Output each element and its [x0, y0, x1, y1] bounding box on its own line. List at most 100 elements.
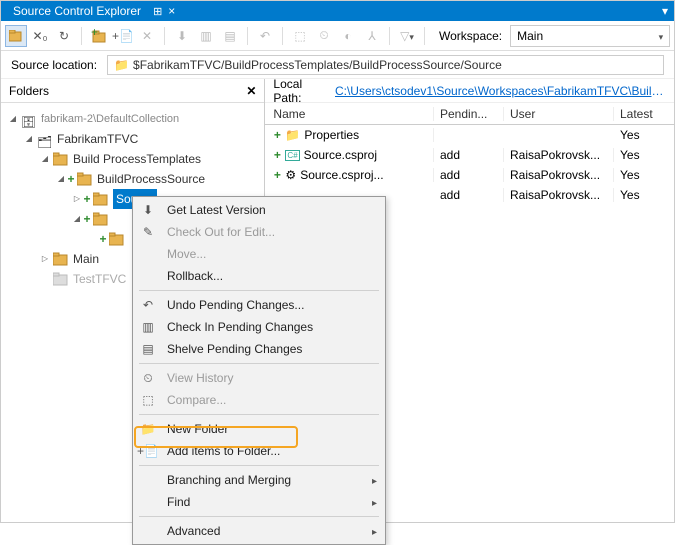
folders-header: Folders	[9, 84, 49, 98]
menu-advanced[interactable]: Advanced	[133, 520, 385, 542]
history-icon[interactable]: ⏲	[313, 25, 335, 47]
close-tab-icon[interactable]: ×	[168, 4, 175, 18]
table-row[interactable]: +📁Properties Yes	[265, 125, 674, 145]
col-pending[interactable]: Pendin...	[434, 107, 504, 121]
menu-rollback[interactable]: Rollback...	[133, 265, 385, 287]
close-folders-icon[interactable]: ✕	[246, 84, 256, 98]
svg-text:+: +	[91, 29, 98, 39]
menu-compare[interactable]: ⬚Compare...	[133, 389, 385, 411]
cell-user: RaisaPokrovsk...	[504, 188, 614, 202]
tree-node-main[interactable]: Main	[73, 249, 99, 269]
cell-pending: add	[434, 188, 504, 202]
window-title: Source Control Explorer	[7, 2, 147, 20]
new-folder-button[interactable]: +	[88, 25, 110, 47]
submenu-arrow-icon	[372, 524, 377, 538]
tree-node-testtfvc[interactable]: TestTFVC	[73, 269, 126, 289]
source-location-input[interactable]: 📁 $FabrikamTFVC/BuildProcessTemplates/Bu…	[107, 55, 664, 75]
menu-shelve[interactable]: ▤Shelve Pending Changes	[133, 338, 385, 360]
menu-newfolder[interactable]: 📁New Folder	[133, 418, 385, 440]
folder-plus-icon: 📁	[139, 420, 157, 438]
menu-branching[interactable]: Branching and Merging	[133, 469, 385, 491]
local-path-label: Local Path:	[273, 77, 329, 105]
pin-icon[interactable]: ⊞	[153, 5, 162, 18]
checkout-icon: ✎	[139, 223, 157, 241]
workspace-label: Workspace:	[439, 29, 502, 43]
csproj-icon: C#	[285, 150, 299, 161]
project-icon: 🗂	[37, 132, 53, 146]
pending-add-marker: +	[83, 209, 91, 229]
local-path-link[interactable]: C:\Users\ctsodev1\Source\Workspaces\Fabr…	[335, 84, 666, 98]
cell-latest: Yes	[614, 148, 674, 162]
toolbar: ✕₀ ↻ + +📄 ✕ ⬇ ▥ ▤ ↶ ⬚ ⏲ ◐ ⅄ ▽ Workspace:…	[1, 21, 674, 51]
chevron-down-icon	[659, 29, 664, 43]
add-items-button[interactable]: +📄	[112, 25, 134, 47]
shelve-icon[interactable]: ▤	[219, 25, 241, 47]
dropdown-icon[interactable]: ▾	[662, 4, 668, 18]
folder-icon: 📁	[114, 58, 129, 72]
col-latest[interactable]: Latest	[614, 107, 674, 121]
folder-icon	[77, 172, 93, 186]
col-user[interactable]: User	[504, 107, 614, 121]
checkin-icon: ▥	[139, 318, 157, 336]
col-name[interactable]: Name	[265, 107, 434, 121]
cell-name: Source.csproj...	[300, 168, 383, 182]
undo-icon: ↶	[139, 296, 157, 314]
compare-icon: ⬚	[139, 391, 157, 409]
cell-pending: add	[434, 168, 504, 182]
source-location-value: $FabrikamTFVC/BuildProcessTemplates/Buil…	[133, 58, 502, 72]
menu-get-latest[interactable]: ⬇Get Latest Version	[133, 199, 385, 221]
add-file-icon: +📄	[139, 442, 157, 460]
folder-icon	[53, 272, 69, 286]
table-row[interactable]: +⚙Source.csproj... add RaisaPokrovsk... …	[265, 165, 674, 185]
branch-icon[interactable]: ⅄	[361, 25, 383, 47]
submenu-arrow-icon	[372, 495, 377, 509]
undo-icon[interactable]: ↶	[254, 25, 276, 47]
workspace-selector[interactable]: Main	[510, 25, 670, 47]
table-row[interactable]: +C#Source.csproj add RaisaPokrovsk... Ye…	[265, 145, 674, 165]
settings-file-icon: ⚙	[285, 168, 296, 182]
pending-add-marker: +	[99, 229, 107, 249]
titlebar: Source Control Explorer ⊞ × ▾	[1, 1, 674, 21]
cell-pending: add	[434, 148, 504, 162]
filter-dropdown-icon[interactable]: ▽	[396, 25, 418, 47]
pending-add-marker: +	[83, 189, 91, 209]
menu-history[interactable]: ⏲View History	[133, 367, 385, 389]
checkin-icon[interactable]: ▥	[195, 25, 217, 47]
tree-node-templates[interactable]: Build ProcessTemplates	[73, 149, 201, 169]
menu-find[interactable]: Find	[133, 491, 385, 513]
cell-user: RaisaPokrovsk...	[504, 148, 614, 162]
pending-add-marker: +	[67, 169, 75, 189]
menu-additems[interactable]: +📄Add items to Folder...	[133, 440, 385, 462]
get-latest-icon[interactable]: ⬇	[171, 25, 193, 47]
workspace-value: Main	[517, 29, 543, 43]
cell-latest: Yes	[614, 168, 674, 182]
tree-root[interactable]: fabrikam-2\DefaultCollection	[41, 109, 179, 129]
folder-icon	[93, 192, 109, 206]
folder-icon	[53, 152, 69, 166]
menu-checkin[interactable]: ▥Check In Pending Changes	[133, 316, 385, 338]
source-location-label: Source location:	[11, 58, 97, 72]
submenu-arrow-icon	[372, 473, 377, 487]
tree-node-source-build[interactable]: BuildProcessSource	[97, 169, 205, 189]
tree-node-project[interactable]: FabrikamTFVC	[57, 129, 138, 149]
menu-checkout[interactable]: ✎Check Out for Edit...	[133, 221, 385, 243]
cell-latest: Yes	[614, 188, 674, 202]
menu-undo[interactable]: ↶Undo Pending Changes...	[133, 294, 385, 316]
context-menu: ⬇Get Latest Version ✎Check Out for Edit.…	[132, 196, 386, 545]
download-icon: ⬇	[139, 201, 157, 219]
folder-icon: 📁	[285, 128, 300, 142]
cell-name: Source.csproj	[304, 148, 377, 162]
compare-icon[interactable]: ⬚	[289, 25, 311, 47]
refresh-icon[interactable]: ↻	[53, 25, 75, 47]
cell-user: RaisaPokrovsk...	[504, 168, 614, 182]
filter-icon[interactable]: ✕₀	[29, 25, 51, 47]
delete-button[interactable]: ✕	[136, 25, 158, 47]
cell-latest: Yes	[614, 128, 674, 142]
history-icon: ⏲	[139, 369, 157, 387]
source-location-bar: Source location: 📁 $FabrikamTFVC/BuildPr…	[1, 51, 674, 79]
table-header: Name Pendin... User Latest	[265, 103, 674, 125]
cloak-icon[interactable]: ◐	[337, 25, 359, 47]
folders-toggle-button[interactable]	[5, 25, 27, 47]
menu-move[interactable]: Move...	[133, 243, 385, 265]
folder-icon	[53, 252, 69, 266]
